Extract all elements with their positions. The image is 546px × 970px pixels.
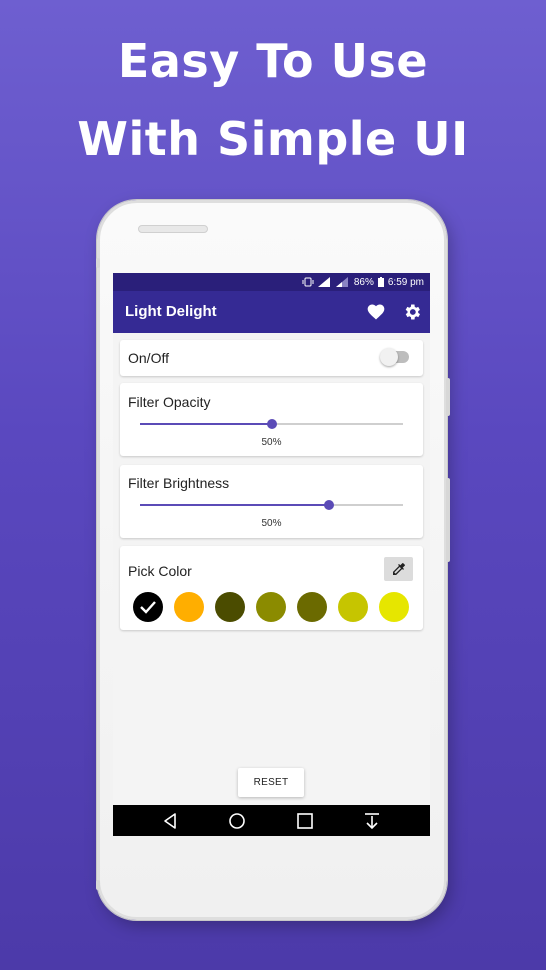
- color-swatches: [133, 592, 409, 622]
- slider-thumb[interactable]: [324, 500, 335, 510]
- brightness-slider[interactable]: [140, 499, 403, 511]
- switch-knob: [380, 348, 398, 366]
- eyedropper-button[interactable]: [384, 557, 413, 581]
- opacity-value: 50%: [261, 437, 282, 448]
- phone-speaker: [138, 225, 208, 233]
- slider-thumb[interactable]: [266, 419, 277, 429]
- color-swatch[interactable]: [133, 592, 163, 622]
- pick-color-label: Pick Color: [128, 563, 192, 579]
- status-bar: 86% 6:59 pm: [113, 273, 430, 291]
- color-swatch[interactable]: [338, 592, 368, 622]
- promo-headline-line1: Easy To Use: [117, 34, 429, 88]
- brightness-value: 50%: [261, 518, 282, 529]
- opacity-slider[interactable]: [140, 418, 403, 430]
- color-swatch[interactable]: [256, 592, 286, 622]
- toggle-label: On/Off: [128, 350, 169, 366]
- battery-percentage: 86%: [353, 276, 374, 288]
- eyedropper-icon: [392, 563, 405, 575]
- phone-side-button: [96, 258, 100, 268]
- slider-fill: [140, 504, 330, 506]
- color-swatch[interactable]: [215, 592, 245, 622]
- brightness-label: Filter Brightness: [128, 475, 230, 491]
- slider-fill: [140, 423, 272, 425]
- opacity-label: Filter Opacity: [128, 394, 211, 410]
- reset-button[interactable]: RESET: [238, 768, 304, 797]
- signal-icon: [335, 277, 348, 287]
- color-card: Pick Color: [120, 546, 423, 630]
- heart-icon[interactable]: [366, 302, 386, 322]
- promo-headline-line2: With Simple UI: [77, 112, 469, 166]
- app-screen: 86% 6:59 pm Light Delight On/Off Filter …: [113, 273, 430, 836]
- opacity-card: Filter Opacity 50%: [120, 383, 423, 456]
- battery-icon: [377, 277, 384, 287]
- color-swatch[interactable]: [379, 592, 409, 622]
- app-title: Light Delight: [125, 303, 217, 320]
- on-off-switch[interactable]: [380, 348, 409, 366]
- gear-icon[interactable]: [402, 302, 422, 322]
- brightness-card: Filter Brightness 50%: [120, 465, 423, 538]
- app-bar: Light Delight: [113, 291, 430, 333]
- volume-button: [446, 378, 450, 416]
- home-icon[interactable]: [227, 811, 247, 831]
- check-icon: [140, 601, 156, 614]
- power-button: [446, 478, 450, 562]
- status-time: 6:59 pm: [387, 276, 424, 288]
- download-icon[interactable]: [362, 811, 382, 831]
- color-swatch[interactable]: [297, 592, 327, 622]
- signal-icon: [317, 277, 330, 287]
- recents-icon[interactable]: [295, 811, 315, 831]
- navigation-bar: [113, 805, 430, 836]
- vibrate-icon: [302, 277, 314, 287]
- color-swatch[interactable]: [174, 592, 204, 622]
- toggle-card: On/Off: [120, 340, 423, 376]
- phone-side-button: [96, 880, 100, 890]
- back-icon[interactable]: [161, 811, 181, 831]
